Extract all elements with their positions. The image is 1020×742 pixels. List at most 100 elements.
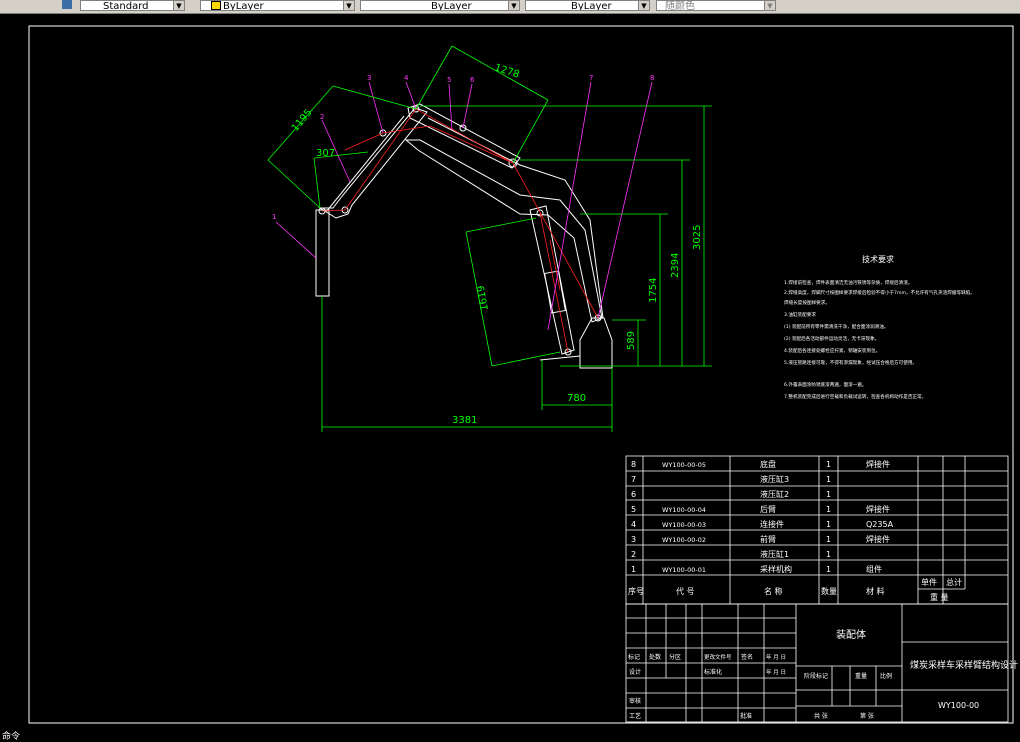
tech-line-2: 2.焊缝高度，焊脚尺寸按图样要求焊接后检验不得小于7mm，不允许有气孔夹渣焊瘤等…: [784, 289, 975, 296]
linetype-dropdown[interactable]: ByLayer ▼: [360, 0, 520, 11]
header-total: 总计: [946, 577, 962, 587]
tb-mark: 标记: [628, 653, 640, 661]
tb-count: 处数: [649, 653, 661, 661]
header-name: 名 称: [764, 586, 783, 596]
bom-cell-material: 组件: [866, 564, 882, 574]
bom-cell-qty: 1: [826, 460, 831, 469]
bom-cell-code: WY100-00-03: [662, 521, 706, 529]
header-single: 单件: [921, 577, 937, 587]
cylinder-barrel: [544, 270, 566, 314]
balloon-4: 4: [404, 74, 409, 82]
tb-change-doc: 更改文件号: [704, 653, 732, 661]
tech-line-9: 6.外露表面涂防锈底漆两遍，面漆一遍。: [784, 381, 866, 388]
tb-review: 审核: [629, 697, 641, 705]
bom-cell-no: 6: [631, 490, 636, 499]
balloon-1: 1: [272, 213, 276, 221]
tech-line-3: 焊缝长度按图样要求。: [784, 299, 830, 306]
plot-style-dropdown[interactable]: 随颜色 ▼: [656, 0, 776, 11]
tb-scale: 比例: [880, 672, 892, 680]
dim-1278: 1278: [493, 62, 521, 80]
dim-589: 589: [626, 331, 637, 350]
bom-cell-qty: 1: [826, 565, 831, 574]
text-style-icon: [62, 0, 72, 9]
dim-3381: 3381: [452, 415, 477, 426]
bom-cell-name: 底盘: [760, 459, 776, 469]
tb-sheets-total: 共 张: [814, 712, 828, 720]
bom-cell-no: 1: [631, 565, 636, 574]
technical-requirements: 技术要求 1.焊接前检查，焊件表面清洁无油污铁锈等杂质，焊接后清渣。 2.焊缝高…: [784, 254, 975, 400]
balloon-6: 6: [470, 76, 475, 84]
balloon-8: 8: [650, 74, 654, 82]
command-line[interactable]: 命令: [0, 733, 1020, 742]
tb-date-header: 年 月 日: [766, 653, 786, 661]
layer-dropdown[interactable]: ByLayer ▼: [200, 0, 355, 11]
tech-line-8: 5.液压管路连接可靠，不得有渗漏现象，经试压合格后方可使用。: [784, 359, 917, 366]
chassis-bracket: [579, 317, 613, 369]
chevron-down-icon[interactable]: ▼: [508, 1, 519, 10]
chevron-down-icon[interactable]: ▼: [638, 1, 649, 10]
tb-weight: 重量: [855, 672, 867, 680]
excavator-arm-assembly: [315, 103, 613, 369]
tech-line-7: 4.装配后各连接处螺栓应拧紧，销轴安装到位。: [784, 347, 880, 354]
chevron-down-icon[interactable]: ▼: [764, 1, 775, 10]
chassis-link: [539, 355, 581, 361]
dimension-lines: [267, 45, 712, 432]
title-block: 装配体 煤炭采样车采样臂结构设计 WY100-00 标记 处数 分区 更改文件号…: [625, 603, 1018, 723]
bom-cell-no: 7: [631, 475, 636, 484]
tb-signature: 签名: [741, 653, 753, 661]
balloon-7: 7: [589, 74, 593, 82]
bom-cell-name: 前臂: [760, 534, 776, 544]
bom-cell-code: WY100-00-04: [662, 506, 706, 514]
dim-1619: 1619: [476, 284, 491, 311]
bom-cell-qty: 1: [826, 490, 831, 499]
layer-color-icon: [211, 1, 221, 10]
bom-cell-no: 8: [631, 460, 636, 469]
bom-cell-no: 3: [631, 535, 636, 544]
tech-line-10: 7.整机装配完成后进行空载和负载试运转，检查各机构动作是否正常。: [784, 393, 926, 400]
lineweight-dropdown[interactable]: ByLayer ▼: [525, 0, 650, 11]
bom-cell-material: Q235A: [866, 520, 894, 529]
front-arm-inner: [325, 115, 405, 213]
tb-standardization: 标准化: [704, 668, 722, 676]
tb-design: 设计: [629, 668, 641, 676]
header-weight: 重 量: [930, 592, 949, 602]
sampling-mechanism-body: [315, 209, 330, 297]
chevron-down-icon[interactable]: ▼: [173, 1, 184, 10]
hidden-lines: [321, 108, 599, 353]
header-no: 序号: [628, 586, 644, 596]
text-style-dropdown[interactable]: Standard ▼: [80, 0, 185, 11]
drawing-name: 装配体: [836, 628, 866, 641]
tech-title: 技术要求: [862, 254, 894, 264]
bom-cell-qty: 1: [826, 535, 831, 544]
rear-arm-top: [427, 117, 604, 319]
tech-line-1: 1.焊接前检查，焊件表面清洁无油污铁锈等杂质，焊接后清渣。: [784, 279, 912, 286]
header-material: 材 料: [866, 586, 885, 596]
bom-cell-no: 4: [631, 520, 636, 529]
rear-arm-outline: [404, 139, 603, 323]
leader-lines: [275, 81, 653, 331]
properties-toolbar: Standard ▼ ByLayer ▼ ByLayer ▼ ByLayer ▼…: [0, 0, 1020, 14]
bom-cell-name: 液压缸3: [760, 474, 789, 484]
bom-cell-material: 焊接件: [866, 504, 890, 514]
tb-process: 工艺: [629, 712, 641, 720]
bom-cell-qty: 1: [826, 505, 831, 514]
balloon-3: 3: [367, 74, 371, 82]
drawing-frame: [28, 25, 1014, 724]
bom-cell-name: 液压缸1: [760, 549, 789, 559]
bom-cell-code: WY100-00-02: [662, 536, 706, 544]
tb-date: 年 月 日: [766, 668, 786, 676]
header-qty: 数量: [821, 586, 837, 596]
dim-1195: 1195: [290, 107, 315, 134]
bom-cell-qty: 1: [826, 550, 831, 559]
bom-cell-no: 2: [631, 550, 636, 559]
bom-cell-qty: 1: [826, 475, 831, 484]
bom-cell-name: 液压缸2: [760, 489, 789, 499]
header-code: 代 号: [676, 586, 695, 596]
tb-approve: 批准: [740, 712, 752, 720]
drawing-canvas[interactable]: 1 2 3 4 5 6 7 8 1195 307 1278 3025 2394 …: [0, 13, 1020, 733]
dim-780: 780: [567, 393, 586, 404]
tb-zone: 分区: [669, 653, 681, 661]
chevron-down-icon[interactable]: ▼: [343, 1, 354, 10]
balloon-2: 2: [320, 113, 324, 121]
project-title: 煤炭采样车采样臂结构设计: [910, 659, 1018, 671]
